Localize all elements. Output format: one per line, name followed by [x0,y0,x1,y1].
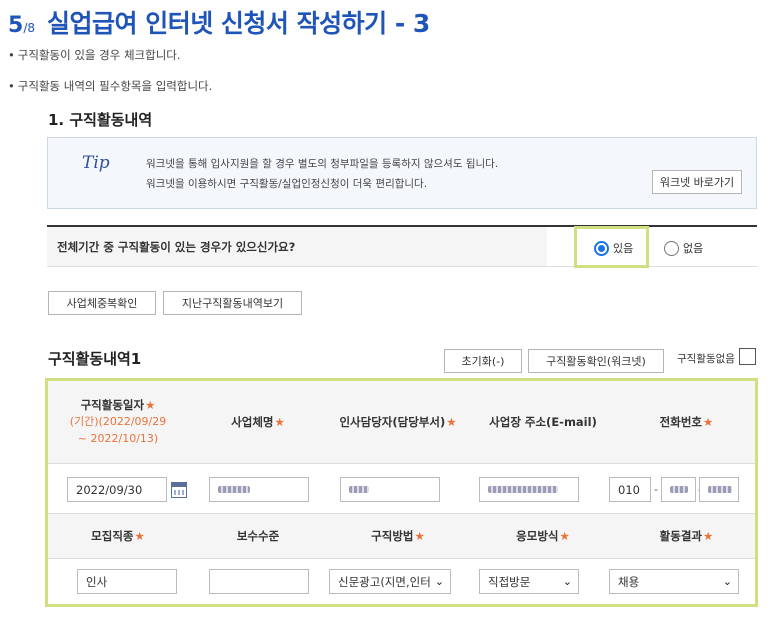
grid-header-2: 모집직종★ 보수수준 구직방법★ 응모방식★ 활동결과★ [48,514,755,559]
header-period-start: (기간)(2022/09/29 [69,415,167,428]
worknet-confirm-button[interactable]: 구직활동확인(워크넷) [528,349,664,373]
hr-input[interactable] [340,477,440,502]
job-input[interactable]: 인사 [77,569,177,594]
tip-line-1: 워크넷을 통해 입사지원을 할 경우 별도의 청부파일을 등록하지 않으셔도 됩… [146,158,499,170]
tip-line-2: 워크넷을 이용하시면 구직활동/실업인정신청이 더욱 편리합니다. [146,178,428,190]
reset-button[interactable]: 초기화(-) [444,349,522,373]
duplicate-company-check-button[interactable]: 사업체중복확인 [48,291,156,315]
date-input[interactable]: 2022/09/30 [67,477,167,502]
company-input[interactable] [209,477,309,502]
address-input[interactable] [479,477,579,502]
apply-select[interactable]: 직접방문 ⌄ [479,569,579,594]
phone-part3-input[interactable] [699,477,739,502]
radio-yes-circle[interactable] [594,240,609,256]
header-hr: 인사담당자(담당부서)★ [339,415,457,429]
activity-question-label: 전체기간 중 구직활동이 있는 경우가 있으신가요? [47,227,547,266]
result-select-value: 채용 [618,574,640,589]
instruction-2: 구직활동 내역의 필수항목을 입력합니다. [8,78,212,94]
chevron-down-icon: ⌄ [434,575,444,588]
grid-row-2: 인사 신문광고(지면,인터 ⌄ 직접방문 ⌄ 채용 ⌄ [48,559,755,604]
radio-no-circle[interactable] [664,240,679,256]
page-title-text: 실업급여 인터넷 신청서 작성하기 - 3 [47,9,430,38]
header-period-end: ~ 2022/10/13) [77,432,159,445]
grid-row-1: 2022/09/30 010 - - [48,464,755,514]
worknet-shortcut-button[interactable]: 워크넷 바로가기 [652,170,742,194]
header-company: 사업체명★ [231,415,285,429]
radio-no-label: 없음 [683,242,704,255]
header-phone: 전화번호★ [659,415,714,429]
tip-box: Tip 워크넷을 통해 입사지원을 할 경우 별도의 청부파일을 등록하지 않으… [47,137,757,209]
salary-input[interactable] [209,569,309,594]
header-method: 구직방법★ [371,529,425,543]
instruction-1: 구직활동이 있을 경우 체크합니다. [8,47,181,63]
calendar-icon[interactable] [171,482,187,498]
phone-part1-input[interactable]: 010 [609,477,651,502]
header-date: 구직활동일자★ (기간)(2022/09/29 ~ 2022/10/13) [69,398,167,445]
chevron-down-icon: ⌄ [722,575,732,588]
tip-logo: Tip [82,153,110,173]
method-select[interactable]: 신문광고(지면,인터 ⌄ [329,569,451,594]
header-job: 모집직종★ [91,529,145,543]
no-activity-checkbox[interactable] [739,348,756,365]
activity-list-title: 구직활동내역1 [48,350,142,368]
radio-no[interactable]: 없음 [664,240,703,256]
header-apply: 응모방식★ [516,529,570,543]
page-title: 5 /8 실업급여 인터넷 신청서 작성하기 - 3 [8,4,430,40]
section-title: 1. 구직활동내역 [48,111,153,129]
apply-select-value: 직접방문 [488,574,531,589]
phone-dash-1: - [654,483,658,496]
chevron-down-icon: ⌄ [562,575,572,588]
step-total: /8 [23,21,35,35]
no-activity-label: 구직활동없음 [677,353,735,365]
phone-part2-input[interactable] [661,477,696,502]
grid-header-1: 구직활동일자★ (기간)(2022/09/29 ~ 2022/10/13) 사업… [48,381,755,464]
result-select[interactable]: 채용 ⌄ [609,569,739,594]
header-salary: 보수수준 [236,529,280,543]
header-result: 활동결과★ [659,529,714,543]
step-number: 5 [8,13,24,38]
past-activity-button[interactable]: 지난구직활동내역보기 [163,291,302,315]
method-select-value: 신문광고(지면,인터 [338,574,431,589]
activity-question-row: 전체기간 중 구직활동이 있는 경우가 있으신가요? 있음 없음 [47,225,757,268]
radio-yes[interactable]: 있음 [594,240,633,256]
header-address: 사업장 주소(E-mail) [489,415,597,429]
radio-yes-label: 있음 [613,242,634,255]
activity-grid: 구직활동일자★ (기간)(2022/09/29 ~ 2022/10/13) 사업… [45,378,758,607]
